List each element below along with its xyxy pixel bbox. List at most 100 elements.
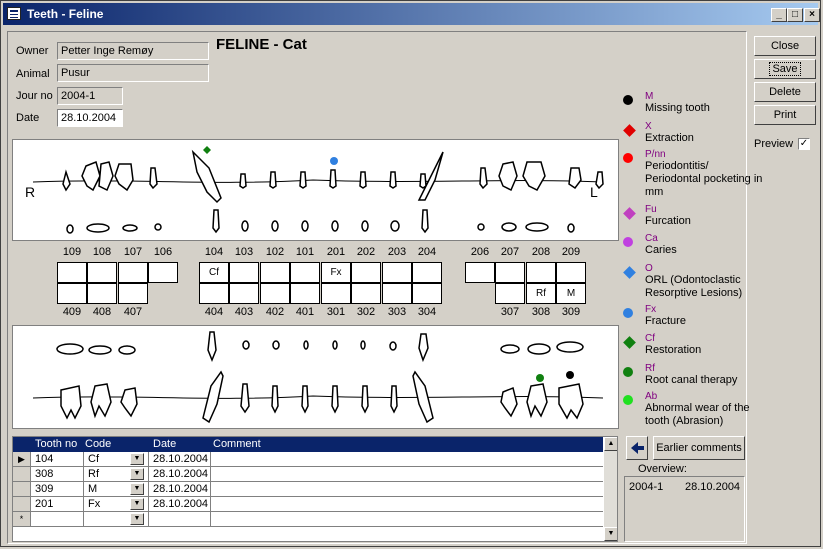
tooth-number: 404: [204, 306, 224, 318]
cell-date[interactable]: 28.10.2004: [153, 453, 208, 465]
earlier-comments-button[interactable]: Earlier comments: [653, 436, 745, 460]
close-window-button[interactable]: ×: [804, 8, 820, 22]
lower-code-box[interactable]: [321, 283, 351, 304]
lower-code-box[interactable]: [412, 283, 442, 304]
save-button[interactable]: Save: [754, 59, 816, 79]
table-row[interactable]: ▶ 104 Cf 28.10.2004 ▼: [13, 452, 603, 467]
overview-date[interactable]: 28.10.2004: [685, 481, 740, 493]
header-tooth-no[interactable]: Tooth no: [35, 438, 77, 450]
lower-code-box[interactable]: [57, 283, 87, 304]
header-code[interactable]: Code: [85, 438, 111, 450]
cell-tooth[interactable]: 104: [35, 453, 53, 465]
back-button[interactable]: [626, 436, 648, 460]
upper-code-box[interactable]: [465, 262, 495, 283]
code-dropdown-arrow-icon[interactable]: ▼: [130, 498, 144, 510]
lower-code-box[interactable]: [118, 283, 148, 304]
title-bar[interactable]: Teeth - Feline _ □ ×: [3, 3, 820, 25]
overview-list[interactable]: 2004-1 28.10.2004: [624, 476, 745, 542]
upper-code-box[interactable]: [148, 262, 178, 283]
cell-tooth[interactable]: 309: [35, 483, 53, 495]
table-row[interactable]: 308 Rf 28.10.2004 ▼: [13, 467, 603, 482]
cell-code[interactable]: Cf: [88, 453, 99, 465]
row-selector[interactable]: ▶: [13, 452, 31, 466]
upper-code-box[interactable]: [87, 262, 117, 283]
overview-journo[interactable]: 2004-1: [629, 481, 663, 493]
lower-code-box[interactable]: M: [556, 283, 586, 304]
tooth-number: 307: [500, 306, 520, 318]
lower-code-box[interactable]: [495, 283, 525, 304]
header-comment[interactable]: Comment: [213, 438, 261, 450]
tooth-number: 403: [234, 306, 254, 318]
upper-code-box[interactable]: [412, 262, 442, 283]
upper-code-box[interactable]: [229, 262, 259, 283]
owner-field[interactable]: Petter Inge Remøy: [57, 42, 209, 60]
cell-code[interactable]: M: [88, 483, 97, 495]
journo-field[interactable]: 2004-1: [57, 87, 123, 105]
maximize-button[interactable]: □: [787, 8, 803, 22]
upper-code-box[interactable]: [351, 262, 381, 283]
scroll-up-arrow-icon[interactable]: ▲: [604, 437, 617, 451]
cell-date[interactable]: 28.10.2004: [153, 468, 208, 480]
legend-code: O: [645, 263, 653, 274]
cell-code[interactable]: Fx: [88, 498, 100, 510]
row-selector[interactable]: [13, 467, 31, 481]
scroll-down-arrow-icon[interactable]: ▼: [604, 527, 617, 541]
tooth-number: 207: [500, 246, 520, 258]
cell-date[interactable]: 28.10.2004: [153, 498, 208, 510]
cell-tooth[interactable]: 308: [35, 468, 53, 480]
tooth-number: 104: [204, 246, 224, 258]
findings-grid[interactable]: Tooth no Code Date Comment ▶ 104 Cf 28.10.2…: [12, 436, 618, 542]
upper-code-box[interactable]: [57, 262, 87, 283]
date-field[interactable]: 28.10.2004: [57, 109, 123, 127]
legend-code: Ca: [645, 233, 658, 244]
lower-code-box[interactable]: [260, 283, 290, 304]
legend-description: Furcation: [645, 215, 691, 227]
upper-code-box[interactable]: [556, 262, 586, 283]
upper-code-box[interactable]: [495, 262, 525, 283]
upper-code-box[interactable]: [290, 262, 320, 283]
upper-code-box[interactable]: Cf: [199, 262, 229, 283]
tooth-number: 303: [387, 306, 407, 318]
lower-code-box[interactable]: [87, 283, 117, 304]
cell-date[interactable]: 28.10.2004: [153, 483, 208, 495]
lower-teeth-drawing: [32, 331, 604, 424]
row-selector[interactable]: *: [13, 512, 31, 526]
new-table-row[interactable]: * ▼: [13, 512, 603, 527]
code-dropdown-arrow-icon[interactable]: ▼: [130, 468, 144, 480]
cell-code[interactable]: Rf: [88, 468, 99, 480]
table-row[interactable]: 201 Fx 28.10.2004 ▼: [13, 497, 603, 512]
table-row[interactable]: 309 M 28.10.2004 ▼: [13, 482, 603, 497]
upper-code-box[interactable]: [526, 262, 556, 283]
code-dropdown-arrow-icon[interactable]: ▼: [130, 453, 144, 465]
delete-button[interactable]: Delete: [754, 82, 816, 102]
tooth-number: 301: [326, 306, 346, 318]
code-dropdown-arrow-icon[interactable]: ▼: [130, 513, 144, 525]
header-date[interactable]: Date: [153, 438, 176, 450]
close-button[interactable]: Close: [754, 36, 816, 56]
grid-scrollbar[interactable]: ▲ ▼: [604, 437, 617, 541]
code-dropdown-arrow-icon[interactable]: ▼: [130, 483, 144, 495]
lower-code-box[interactable]: [382, 283, 412, 304]
upper-code-box[interactable]: [382, 262, 412, 283]
legend-code: Rf: [645, 363, 655, 374]
cell-tooth[interactable]: 201: [35, 498, 53, 510]
upper-code-box[interactable]: [118, 262, 148, 283]
circle-marker-icon: [623, 153, 633, 163]
lower-code-box[interactable]: [351, 283, 381, 304]
lower-dental-chart[interactable]: [12, 325, 619, 429]
row-selector[interactable]: [13, 482, 31, 496]
lower-code-box[interactable]: Rf: [526, 283, 556, 304]
lower-code-box[interactable]: [199, 283, 229, 304]
upper-code-box[interactable]: [260, 262, 290, 283]
upper-dental-chart[interactable]: R L: [12, 139, 619, 241]
lower-code-box[interactable]: [290, 283, 320, 304]
minimize-button[interactable]: _: [771, 8, 787, 22]
row-selector[interactable]: [13, 497, 31, 511]
animal-field[interactable]: Pusur: [57, 64, 209, 82]
preview-checkbox[interactable]: ✓: [798, 138, 810, 150]
lower-code-box[interactable]: [229, 283, 259, 304]
tooth-number: 402: [265, 306, 285, 318]
legend-description: Caries: [645, 244, 677, 256]
upper-code-box[interactable]: Fx: [321, 262, 351, 283]
legend-description: Restoration: [645, 344, 702, 356]
